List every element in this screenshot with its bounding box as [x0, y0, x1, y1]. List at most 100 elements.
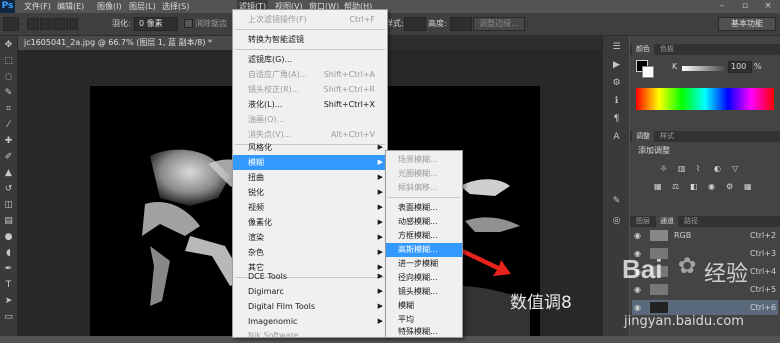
- color-lookup-icon[interactable]: ▦: [744, 182, 752, 192]
- brightness-icon[interactable]: ☼: [660, 164, 667, 174]
- healing-brush-icon[interactable]: ✚: [2, 136, 15, 147]
- blur-tool-icon[interactable]: ●: [2, 232, 15, 243]
- marquee-tool-icon[interactable]: ⬚: [2, 56, 15, 67]
- tab-styles[interactable]: 样式: [656, 131, 678, 142]
- feather-input[interactable]: 0 像素: [134, 17, 178, 31]
- menu-item-adaptive-wide-angle[interactable]: 自适应广角(A)... Shift+Ctrl+A: [233, 67, 387, 82]
- menu-item-smart-blur[interactable]: 特殊模糊...: [386, 325, 462, 339]
- menu-item-surface-blur[interactable]: 表面模糊...: [386, 201, 462, 215]
- pen-tool-icon[interactable]: ✒: [2, 264, 15, 275]
- exposure-icon[interactable]: ◐: [714, 164, 721, 174]
- brush-panel-icon[interactable]: ✎: [610, 196, 623, 207]
- move-tool-icon[interactable]: ✥: [2, 40, 15, 51]
- antialias-checkbox[interactable]: [184, 19, 193, 28]
- menu-item-blur[interactable]: 模糊: [386, 299, 462, 313]
- tab-channels[interactable]: 通道: [656, 216, 678, 227]
- close-window-icon[interactable]: ×: [758, 0, 778, 13]
- tab-layers[interactable]: 图层: [632, 216, 654, 227]
- workspace-select[interactable]: 基本功能: [718, 17, 776, 31]
- menu-item-distort[interactable]: 扭曲 ▶: [233, 170, 387, 185]
- menu-select[interactable]: 选择(S): [160, 0, 191, 13]
- menu-item-lens-blur[interactable]: 镜头模糊...: [386, 285, 462, 299]
- minimize-icon[interactable]: –: [712, 0, 732, 13]
- subtract-selection-icon[interactable]: [53, 18, 65, 30]
- quick-select-icon[interactable]: ✎: [2, 88, 15, 99]
- menu-item-digital-film-tools[interactable]: Digital Film Tools ▶: [233, 299, 387, 314]
- info-panel-icon[interactable]: ℹ: [610, 96, 623, 107]
- add-selection-icon[interactable]: [40, 18, 52, 30]
- eraser-tool-icon[interactable]: ◫: [2, 200, 15, 211]
- menu-item-stylize[interactable]: 风格化 ▶: [233, 140, 387, 155]
- channel-mixer-icon[interactable]: ⚙: [726, 182, 733, 192]
- lasso-tool-icon[interactable]: ◌: [2, 72, 15, 83]
- type-tool-icon[interactable]: T: [2, 280, 15, 291]
- menu-item-smart-filter[interactable]: 转换为智能滤镜: [233, 32, 387, 47]
- new-selection-icon[interactable]: [27, 18, 39, 30]
- menu-item-render[interactable]: 渲染 ▶: [233, 230, 387, 245]
- menu-item-last-filter[interactable]: 上次滤镜操作(F) Ctrl+F: [233, 12, 387, 27]
- tab-adjustments[interactable]: 调整: [632, 131, 654, 142]
- eyedropper-icon[interactable]: ⁄: [2, 120, 15, 131]
- menu-layer[interactable]: 图层(L): [127, 0, 158, 13]
- clone-stamp-icon[interactable]: ▲: [2, 168, 15, 179]
- height-input[interactable]: [450, 17, 472, 31]
- menu-item-lens-correction[interactable]: 镜头校正(R)... Shift+Ctrl+R: [233, 82, 387, 97]
- menu-item-digimarc[interactable]: Digimarc ▶: [233, 284, 387, 299]
- menu-item-oil-paint[interactable]: 油画(O)...: [233, 112, 387, 127]
- background-color-swatch[interactable]: [642, 66, 654, 78]
- menu-item-radial-blur[interactable]: 径向模糊...: [386, 271, 462, 285]
- menu-item-gaussian-blur[interactable]: 高斯模糊...: [386, 243, 462, 257]
- menu-edit[interactable]: 编辑(E): [55, 0, 86, 13]
- history-panel-icon[interactable]: ☰: [610, 42, 623, 53]
- tab-document[interactable]: jc1605041_2a.jpg @ 66.7% (图层 1, 蓝 副本/8) …: [18, 36, 254, 50]
- tab-color[interactable]: 颜色: [632, 44, 654, 55]
- menu-item-video[interactable]: 视频 ▶: [233, 200, 387, 215]
- color-value-input[interactable]: 100: [728, 61, 752, 73]
- clone-source-icon[interactable]: ◎: [610, 216, 623, 227]
- curves-icon[interactable]: ⌇: [696, 164, 700, 174]
- history-brush-icon[interactable]: ↺: [2, 184, 15, 195]
- menu-item-blur-more[interactable]: 进一步模糊: [386, 257, 462, 271]
- channel-row[interactable]: ◉ RGB Ctrl+2: [632, 228, 778, 243]
- visibility-eye-icon[interactable]: ◉: [634, 228, 641, 243]
- menu-item-sharpen[interactable]: 锐化 ▶: [233, 185, 387, 200]
- paragraph-panel-icon[interactable]: ¶: [610, 114, 623, 125]
- menu-item-filter-gallery[interactable]: 滤镜库(G)...: [233, 52, 387, 67]
- menu-item-imagenomic[interactable]: Imagenomic ▶: [233, 314, 387, 329]
- brush-tool-icon[interactable]: ✐: [2, 152, 15, 163]
- color-balance-icon[interactable]: ⚖: [672, 182, 679, 192]
- intersect-selection-icon[interactable]: [66, 18, 78, 30]
- refine-edge-button[interactable]: 调整边缘...: [473, 17, 525, 31]
- maximize-icon[interactable]: ▫: [735, 0, 755, 13]
- menu-item-noise[interactable]: 杂色 ▶: [233, 245, 387, 260]
- menu-item-dce-tools[interactable]: DCE Tools ▶: [233, 269, 387, 284]
- menu-item-field-blur[interactable]: 场景模糊...: [386, 153, 462, 167]
- levels-icon[interactable]: ▥: [678, 164, 686, 174]
- properties-panel-icon[interactable]: ⚙: [610, 78, 623, 89]
- style-select[interactable]: [404, 17, 426, 31]
- path-select-icon[interactable]: ➤: [2, 296, 15, 307]
- hue-saturation-icon[interactable]: ▦: [654, 182, 662, 192]
- tab-swatches[interactable]: 色板: [656, 44, 678, 55]
- gradient-tool-icon[interactable]: ▤: [2, 216, 15, 227]
- crop-tool-icon[interactable]: ⌗: [2, 104, 15, 115]
- menu-item-iris-blur[interactable]: 光圈模糊...: [386, 167, 462, 181]
- dodge-tool-icon[interactable]: ◖: [2, 248, 15, 259]
- photo-filter-icon[interactable]: ◉: [708, 182, 715, 192]
- menu-file[interactable]: 文件(F): [22, 0, 53, 13]
- color-spectrum[interactable]: [636, 88, 774, 110]
- black-white-icon[interactable]: ◧: [690, 182, 698, 192]
- menu-item-tilt-shift[interactable]: 倾斜偏移...: [386, 181, 462, 195]
- shape-tool-icon[interactable]: ▭: [2, 312, 15, 323]
- menu-image[interactable]: 图像(I): [95, 0, 124, 13]
- tab-paths[interactable]: 路径: [680, 216, 702, 227]
- marquee-tool-icon[interactable]: [3, 17, 19, 31]
- character-panel-icon[interactable]: A: [610, 132, 623, 143]
- menu-item-motion-blur[interactable]: 动感模糊...: [386, 215, 462, 229]
- menu-item-pixelate[interactable]: 像素化 ▶: [233, 215, 387, 230]
- menu-item-box-blur[interactable]: 方框模糊...: [386, 229, 462, 243]
- vibrance-icon[interactable]: ▽: [732, 164, 738, 174]
- actions-panel-icon[interactable]: ▶: [610, 60, 623, 71]
- menu-item-blur[interactable]: 模糊 ▶: [233, 155, 387, 170]
- menu-item-liquify[interactable]: 液化(L)... Shift+Ctrl+X: [233, 97, 387, 112]
